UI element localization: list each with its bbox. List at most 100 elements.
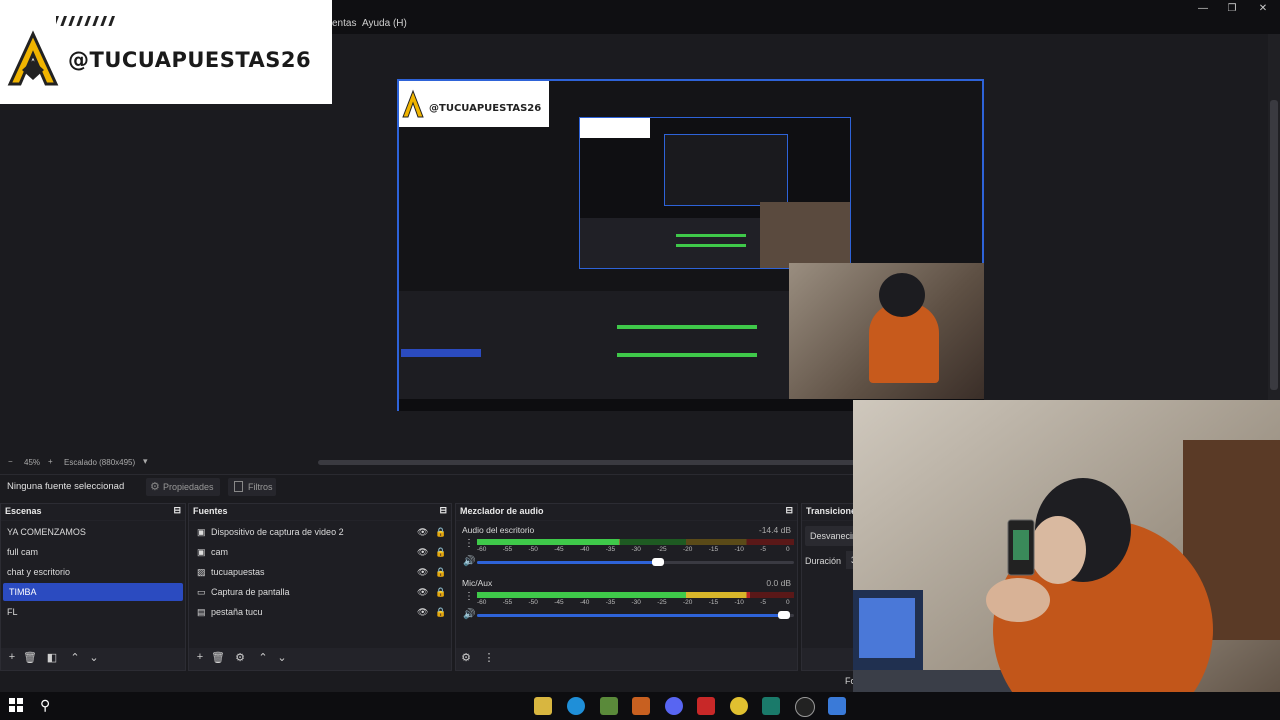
stripe-decoration bbox=[52, 16, 120, 26]
edge-icon[interactable] bbox=[567, 697, 585, 715]
scenes-dock: Escenas ⊟ YA COMENZAMOS full cam chat y … bbox=[0, 503, 186, 671]
discord-icon[interactable] bbox=[665, 697, 683, 715]
filter-icon[interactable]: ◧ bbox=[45, 651, 59, 664]
chevron-down-icon[interactable]: ▾ bbox=[143, 456, 148, 467]
more-vertical-icon[interactable]: ⋮ bbox=[464, 591, 474, 602]
speaker-icon[interactable]: 🔊 bbox=[463, 556, 475, 567]
chevron-down-icon[interactable]: ⌄ bbox=[275, 651, 289, 664]
file-explorer-icon[interactable] bbox=[534, 697, 552, 715]
source-item[interactable]: ▭ Captura de pantalla 👁 🔒 bbox=[189, 583, 451, 601]
eye-icon[interactable]: 👁 bbox=[417, 563, 428, 581]
chevron-down-icon[interactable]: ⌄ bbox=[87, 651, 101, 664]
transitions-header: Transicione bbox=[802, 504, 860, 520]
scale-tick-label: 0 bbox=[786, 599, 790, 606]
fl-studio-icon[interactable] bbox=[632, 697, 650, 715]
zoom-out-button[interactable]: − bbox=[8, 457, 13, 466]
nested-overlay-banner: @TUCUAPUESTAS26 bbox=[399, 81, 549, 127]
chrome-icon[interactable] bbox=[730, 697, 748, 715]
minimize-button[interactable]: — bbox=[1193, 2, 1213, 16]
lock-icon[interactable]: 🔒 bbox=[435, 543, 446, 561]
volume-meter bbox=[477, 539, 794, 545]
sources-list: ▣ Dispositivo de captura de video 2 👁 🔒 … bbox=[189, 521, 451, 648]
add-icon[interactable]: + bbox=[193, 651, 207, 663]
scene-item[interactable]: FL bbox=[1, 603, 185, 621]
windows-start-icon[interactable] bbox=[9, 698, 23, 712]
nested-webcam bbox=[789, 263, 984, 399]
lock-icon[interactable]: 🔒 bbox=[435, 563, 446, 581]
lock-icon[interactable]: 🔒 bbox=[435, 603, 446, 621]
source-item[interactable]: ▣ Dispositivo de captura de video 2 👁 🔒 bbox=[189, 523, 451, 541]
source-label: cam bbox=[211, 547, 229, 557]
source-label: Captura de pantalla bbox=[211, 587, 290, 597]
restore-button[interactable]: ❐ bbox=[1222, 2, 1242, 16]
status-bar: Fo bbox=[0, 672, 860, 690]
overlay-banner: @TUCUAPUESTAS26 bbox=[0, 0, 332, 104]
source-label: Dispositivo de captura de video 2 bbox=[211, 527, 344, 537]
eye-icon[interactable]: 👁 bbox=[417, 603, 428, 621]
nested-cam bbox=[760, 202, 850, 268]
scale-tick-label: -15 bbox=[708, 599, 719, 606]
settings-icon[interactable]: ⚙ bbox=[459, 651, 473, 664]
mixer-toolbar: ⚙ ⋮ bbox=[456, 648, 797, 670]
volume-slider[interactable] bbox=[477, 611, 794, 619]
eye-icon[interactable]: 👁 bbox=[417, 543, 428, 561]
zoom-in-button[interactable]: + bbox=[48, 457, 53, 466]
scale-tick-label: -55 bbox=[502, 599, 513, 606]
scale-tick-label: -35 bbox=[605, 599, 616, 606]
scenes-header: Escenas ⊟ bbox=[1, 504, 185, 520]
gear-icon: ⚙ bbox=[150, 481, 160, 493]
lock-icon[interactable]: 🔒 bbox=[435, 583, 446, 601]
scene-item[interactable]: YA COMENZAMOS bbox=[1, 523, 185, 541]
menu-tools[interactable]: entas bbox=[332, 18, 356, 29]
close-button[interactable]: ✕ bbox=[1253, 2, 1273, 16]
sources-header: Fuentes ⊟ bbox=[189, 504, 451, 520]
properties-label: Propiedades bbox=[163, 482, 214, 492]
app-icon[interactable] bbox=[762, 697, 780, 715]
volume-slider[interactable] bbox=[477, 558, 794, 566]
obs-icon[interactable] bbox=[795, 697, 815, 717]
source-item[interactable]: ▤ pestaña tucu 👁 🔒 bbox=[189, 603, 451, 621]
source-item[interactable]: ▣ cam 👁 🔒 bbox=[189, 543, 451, 561]
dock-menu-icon[interactable]: ⊟ bbox=[439, 505, 447, 516]
nested-meter bbox=[676, 234, 746, 237]
chevron-up-icon[interactable]: ⌃ bbox=[68, 651, 82, 664]
eye-icon[interactable]: 👁 bbox=[417, 523, 428, 541]
logo-icon bbox=[7, 30, 59, 86]
transitions-body: Desvanecim Duración 3 bbox=[802, 521, 866, 648]
scale-label: Escalado (880x495) bbox=[64, 458, 136, 467]
trash-icon[interactable]: 🗑 bbox=[23, 651, 37, 664]
app-icon[interactable] bbox=[828, 697, 846, 715]
eye-icon[interactable]: 👁 bbox=[417, 583, 428, 601]
scene-item-selected[interactable]: TIMBA bbox=[3, 583, 183, 601]
transitions-dock: Transicione Desvanecim Duración 3 bbox=[801, 503, 866, 671]
search-icon[interactable]: ⚲ bbox=[40, 697, 50, 714]
meter-level bbox=[477, 592, 750, 598]
chevron-up-icon[interactable]: ⌃ bbox=[256, 651, 270, 664]
menu-help[interactable]: Ayuda (H) bbox=[362, 18, 407, 29]
dock-menu-icon[interactable]: ⊟ bbox=[173, 505, 181, 516]
scenes-toolbar: + 🗑 ◧ ⌃ ⌄ bbox=[1, 648, 185, 670]
scene-item[interactable]: full cam bbox=[1, 543, 185, 561]
preview-scene-frame[interactable]: @TUCUAPUESTAS26 bbox=[397, 79, 984, 411]
horizontal-scrollbar[interactable] bbox=[318, 460, 858, 465]
add-icon[interactable]: + bbox=[5, 651, 19, 663]
dock-menu-icon[interactable]: ⊟ bbox=[785, 505, 793, 516]
music-app-icon[interactable] bbox=[697, 697, 715, 715]
more-vertical-icon[interactable]: ⋮ bbox=[482, 651, 496, 664]
volume-slider-knob[interactable] bbox=[778, 611, 791, 619]
trash-icon[interactable]: 🗑 bbox=[211, 651, 225, 664]
lock-icon[interactable]: 🔒 bbox=[435, 523, 446, 541]
minecraft-icon[interactable] bbox=[600, 697, 618, 715]
scene-item[interactable]: chat y escritorio bbox=[1, 563, 185, 581]
filters-button[interactable]: Filtros bbox=[228, 478, 276, 496]
gear-icon[interactable]: ⚙ bbox=[233, 651, 247, 664]
audio-mixer-dock: Mezclador de audio ⊟ Audio del escritori… bbox=[455, 503, 798, 671]
speaker-icon[interactable]: 🔊 bbox=[463, 609, 475, 620]
source-item[interactable]: ▨ tucuapuestas 👁 🔒 bbox=[189, 563, 451, 581]
properties-button[interactable]: ⚙ Propiedades bbox=[146, 478, 220, 496]
more-vertical-icon[interactable]: ⋮ bbox=[464, 538, 474, 549]
mixer-header: Mezclador de audio ⊟ bbox=[456, 504, 797, 520]
vertical-scrollbar-thumb[interactable] bbox=[1270, 100, 1278, 390]
scale-tick-label: -50 bbox=[528, 599, 538, 606]
volume-slider-knob[interactable] bbox=[651, 558, 664, 566]
